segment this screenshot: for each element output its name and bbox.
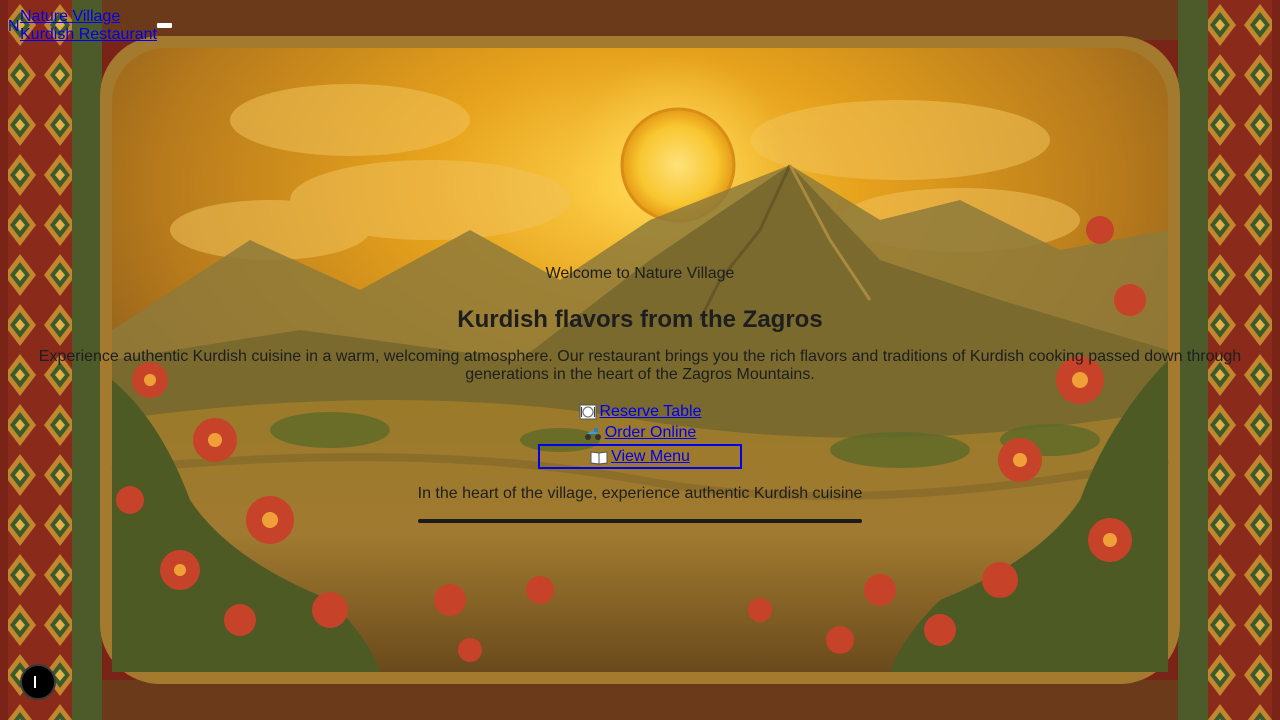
open-book-icon bbox=[590, 450, 608, 465]
brand-name-link[interactable]: Nature Village bbox=[8, 8, 157, 26]
order-online-button[interactable]: Order Online bbox=[584, 422, 697, 443]
menu-toggle-button[interactable] bbox=[157, 23, 172, 28]
welcome-text: Welcome to Nature Village bbox=[545, 265, 735, 282]
plate-cutlery-icon bbox=[579, 404, 596, 419]
hero-description: Experience authentic Kurdish cuisine in … bbox=[38, 348, 1242, 383]
cursor-bar-icon bbox=[34, 676, 36, 688]
hero-section: Welcome to Nature Village Kurdish flavor… bbox=[0, 264, 1280, 523]
view-menu-button[interactable]: View Menu bbox=[538, 444, 742, 469]
brand-initial[interactable]: N bbox=[8, 18, 20, 36]
reserve-table-button[interactable]: Reserve Table bbox=[579, 401, 702, 422]
brand-logo-link[interactable]: N Nature Village Kurdish Restaurant bbox=[8, 8, 157, 44]
view-menu-label: View Menu bbox=[611, 448, 690, 465]
brand-subtitle-link[interactable]: Kurdish Restaurant bbox=[8, 26, 157, 44]
divider-bar bbox=[418, 519, 862, 523]
floating-action-button[interactable] bbox=[20, 664, 56, 700]
order-online-label: Order Online bbox=[604, 424, 697, 441]
page-title: Kurdish flavors from the Zagros bbox=[457, 306, 823, 333]
cta-group: Reserve Table Order Online View Menu bbox=[0, 401, 1280, 469]
tagline-text: In the heart of the village, experience … bbox=[417, 485, 863, 502]
reserve-table-label: Reserve Table bbox=[599, 403, 702, 420]
scooter-icon bbox=[584, 427, 601, 440]
